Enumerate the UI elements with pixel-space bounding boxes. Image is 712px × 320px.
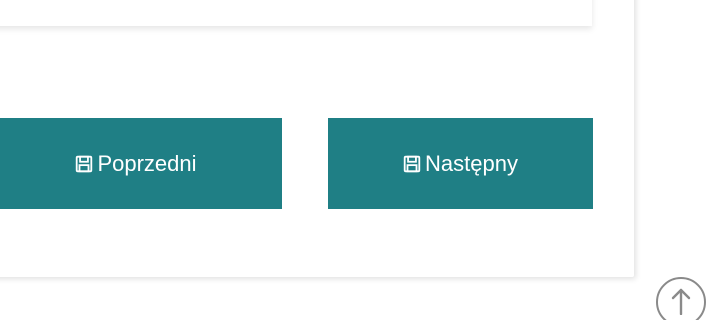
arrow-up-icon bbox=[670, 279, 692, 320]
scroll-to-top-button[interactable] bbox=[656, 277, 706, 320]
floppy-disk-icon bbox=[403, 155, 421, 173]
previous-button-label: Poprzedni bbox=[97, 150, 197, 176]
floppy-disk-icon bbox=[75, 155, 93, 173]
previous-button[interactable]: Poprzedni bbox=[0, 118, 282, 209]
next-button-label: Następny bbox=[425, 150, 518, 176]
next-button[interactable]: Następny bbox=[328, 118, 593, 209]
form-panel bbox=[0, 0, 592, 26]
page: Poprzedni Następny bbox=[0, 0, 712, 320]
